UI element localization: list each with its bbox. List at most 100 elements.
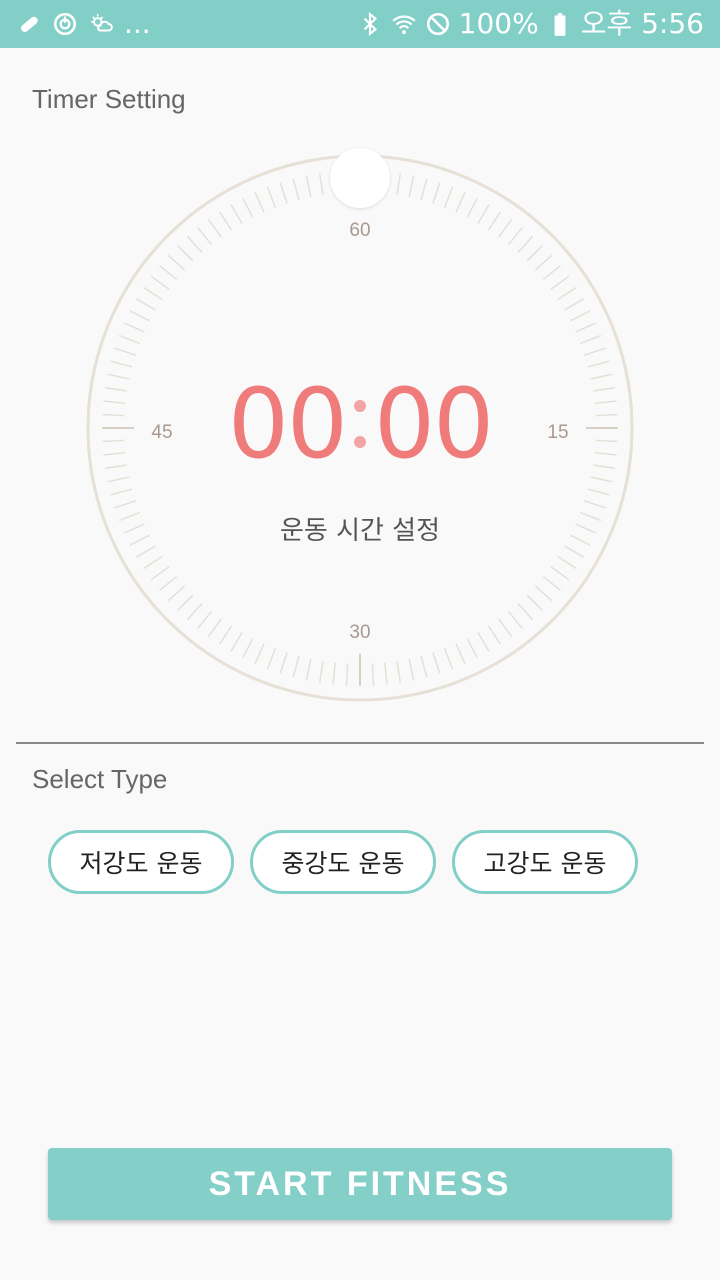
dial-tick bbox=[345, 663, 349, 686]
dial-tick bbox=[318, 660, 324, 683]
dial-tick bbox=[466, 637, 478, 659]
dial-tick bbox=[587, 488, 610, 496]
dial-tick bbox=[507, 227, 523, 246]
dial-tick bbox=[218, 211, 233, 231]
dial-tick bbox=[443, 648, 454, 670]
status-bar-right: 100% 오후 5:56 bbox=[357, 8, 704, 40]
dial-tick bbox=[230, 632, 243, 652]
dial-label-30: 30 bbox=[349, 622, 371, 643]
dial-tick bbox=[254, 643, 265, 664]
dial-tick bbox=[550, 275, 570, 290]
dial-tick bbox=[557, 286, 577, 301]
dial-tick bbox=[498, 218, 513, 238]
more-notifications: ... bbox=[124, 7, 151, 40]
time-colon bbox=[354, 400, 366, 448]
dial-tick bbox=[129, 310, 151, 322]
dial-tick bbox=[150, 566, 170, 581]
dial-tick bbox=[507, 610, 523, 629]
dial-tick bbox=[466, 197, 478, 219]
dial-tick bbox=[487, 625, 502, 645]
do-not-disturb-icon bbox=[425, 11, 451, 37]
dial-tick bbox=[218, 625, 233, 645]
dial-tick bbox=[279, 652, 288, 674]
medium-intensity-button[interactable]: 중강도 운동 bbox=[250, 830, 436, 894]
dial-tick bbox=[207, 618, 222, 638]
status-bar-left: ... bbox=[16, 8, 151, 40]
dial-tick bbox=[584, 500, 606, 509]
dial-tick bbox=[526, 245, 543, 262]
dial-tick bbox=[242, 637, 254, 659]
dial-tick bbox=[584, 347, 606, 356]
dial-tick bbox=[550, 566, 570, 581]
dial-tick bbox=[136, 545, 156, 558]
dial-tick bbox=[455, 192, 466, 213]
dial-tick bbox=[197, 610, 213, 629]
dial-tick bbox=[159, 575, 178, 591]
dial-tick bbox=[177, 594, 194, 611]
section-divider bbox=[16, 742, 704, 744]
dial-tick bbox=[534, 585, 553, 602]
dial-tick bbox=[587, 360, 610, 368]
status-bar: ... 100% 오후 5:56 bbox=[0, 0, 720, 48]
timer-dial[interactable]: 60 15 30 45 00 00 운동 시간 설정 bbox=[84, 148, 636, 704]
dial-tick bbox=[186, 235, 203, 254]
dial-tick bbox=[177, 245, 194, 262]
dial-tick bbox=[114, 500, 136, 509]
dial-tick bbox=[107, 476, 130, 483]
select-type-title: Select Type bbox=[32, 764, 168, 794]
dial-tick bbox=[564, 545, 584, 558]
low-intensity-button[interactable]: 저강도 운동 bbox=[48, 830, 234, 894]
dial-tick bbox=[254, 192, 265, 213]
dial-handle[interactable] bbox=[330, 148, 390, 208]
dial-tick bbox=[542, 265, 561, 281]
dial-tick bbox=[477, 204, 490, 224]
clock: 오후 5:56 bbox=[580, 7, 704, 40]
exercise-time-label: 운동 시간 설정 bbox=[279, 516, 441, 546]
dial-tick bbox=[396, 660, 402, 683]
dial-tick bbox=[557, 555, 577, 570]
dial-tick bbox=[526, 594, 543, 611]
dial-tick bbox=[498, 618, 513, 638]
dial-tick bbox=[186, 602, 203, 621]
dial-tick bbox=[564, 298, 584, 311]
dial-tick bbox=[207, 218, 222, 238]
dial-tick bbox=[292, 655, 300, 678]
dial-tick bbox=[118, 334, 140, 345]
dial-tick bbox=[167, 585, 186, 602]
dial-tick bbox=[143, 286, 163, 301]
dial-tick bbox=[230, 204, 243, 224]
dial-tick bbox=[110, 488, 133, 496]
battery-percent: 100% bbox=[458, 7, 539, 40]
dial-tick bbox=[124, 322, 145, 333]
dial-tick bbox=[332, 662, 337, 685]
time-seconds: 00 bbox=[374, 368, 494, 480]
dial-tick bbox=[420, 178, 428, 201]
dial-tick bbox=[279, 182, 288, 204]
dial-tick bbox=[305, 658, 312, 681]
dial-tick bbox=[408, 175, 415, 198]
dial-tick bbox=[383, 662, 388, 685]
dial-tick bbox=[159, 265, 178, 281]
wifi-icon bbox=[391, 11, 417, 37]
dial-tick bbox=[318, 173, 324, 196]
start-fitness-button[interactable]: START FITNESS bbox=[48, 1148, 672, 1220]
dial-tick bbox=[517, 235, 534, 254]
time-minutes: 00 bbox=[227, 368, 348, 480]
dial-tick bbox=[590, 476, 613, 483]
dial-tick bbox=[542, 575, 561, 591]
dial-tick bbox=[305, 175, 312, 198]
dial-tick bbox=[266, 186, 277, 208]
timer-setting-title: Timer Setting bbox=[32, 84, 186, 114]
dial-tick bbox=[443, 186, 454, 208]
dial-label-60: 60 bbox=[349, 220, 371, 241]
bluetooth-icon bbox=[357, 11, 383, 37]
dial-tick bbox=[569, 310, 591, 322]
weather-icon bbox=[88, 11, 114, 37]
high-intensity-button[interactable]: 고강도 운동 bbox=[452, 830, 638, 894]
dial-tick bbox=[432, 652, 441, 674]
dial-tick bbox=[534, 254, 553, 271]
dial-tick bbox=[517, 602, 534, 621]
power-timer-icon bbox=[52, 11, 78, 37]
dial-tick bbox=[477, 632, 490, 652]
dial-tick bbox=[242, 197, 254, 219]
